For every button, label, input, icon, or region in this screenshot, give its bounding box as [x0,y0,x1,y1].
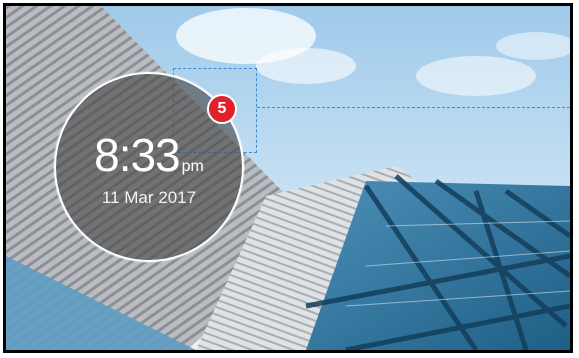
clock-time: 8:33 [94,129,181,181]
callout-leader-line [257,107,570,108]
lock-screen: 8:33 pm 11 Mar 2017 5 [3,3,573,353]
clock-date: 11 Mar 2017 [101,188,197,207]
clock-ampm: pm [181,158,204,175]
time-row: 8:33 pm [56,132,242,178]
notification-badge[interactable]: 5 [207,94,237,124]
